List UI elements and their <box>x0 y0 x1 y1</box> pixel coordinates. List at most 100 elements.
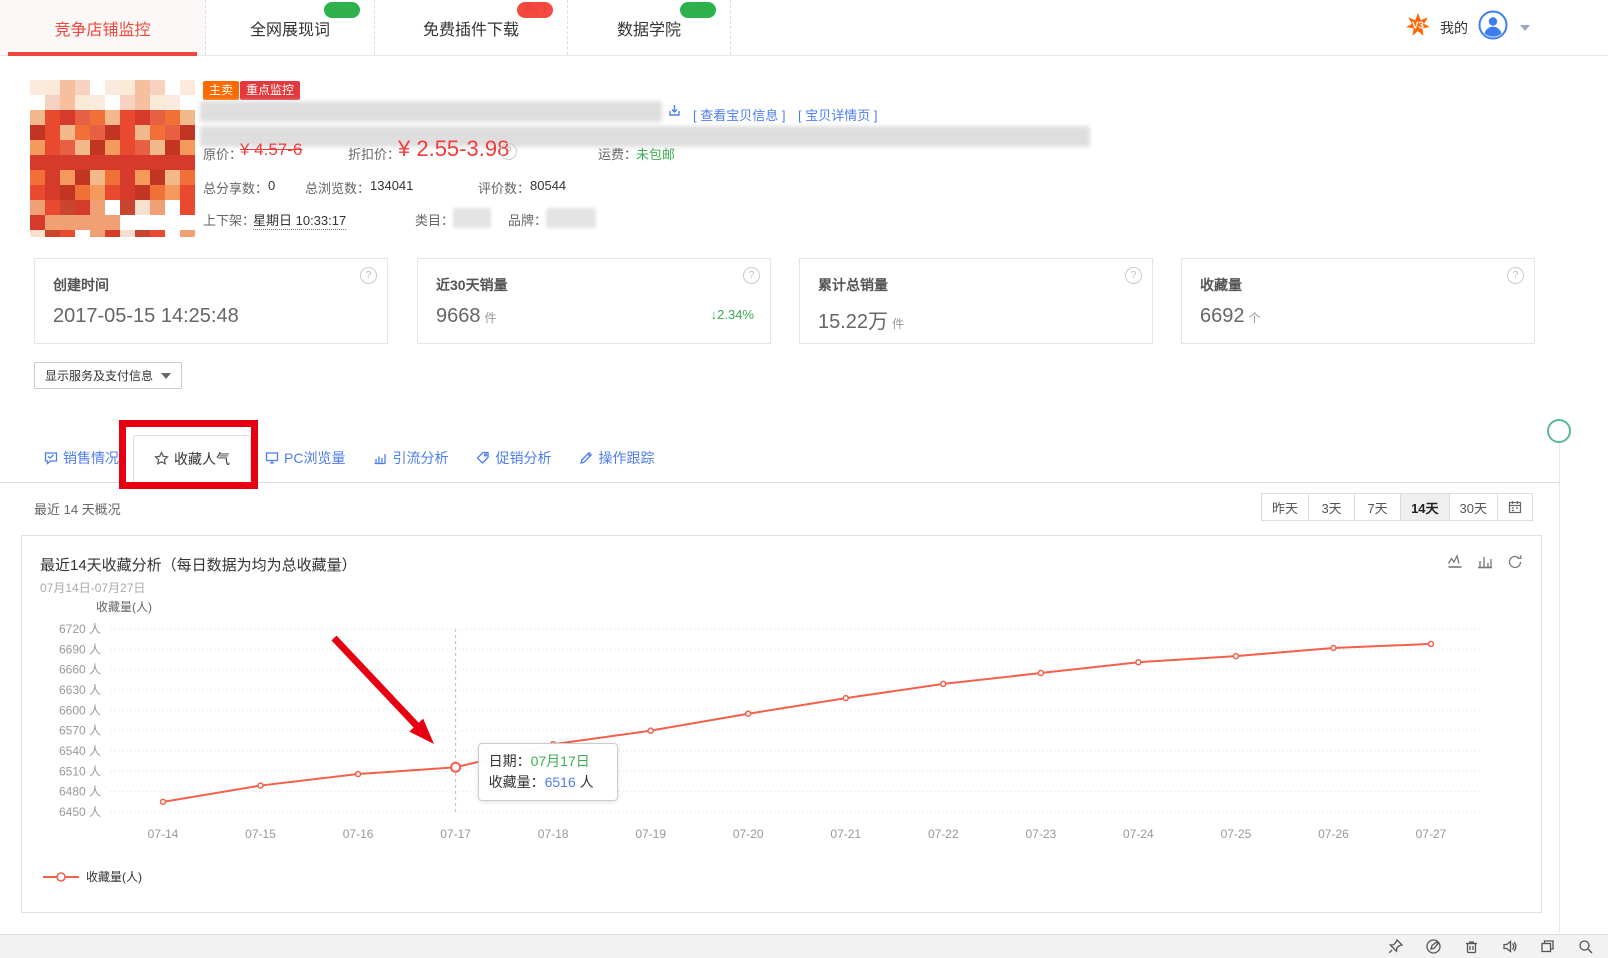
svg-text:6480 人: 6480 人 <box>59 785 101 799</box>
view-item-info-link[interactable]: [ 查看宝贝信息 ] <box>693 105 785 124</box>
tab-pc-views[interactable]: PC浏览量 <box>251 434 359 482</box>
product-image-redacted[interactable] <box>30 80 195 237</box>
vip-level-icon[interactable]: V3 <box>1406 13 1430 42</box>
help-icon[interactable]: ? <box>743 267 760 284</box>
svg-text:6690 人: 6690 人 <box>59 642 101 656</box>
card-value: 6692 <box>1200 305 1245 327</box>
account-dropdown-caret[interactable] <box>1520 24 1530 31</box>
period-button-yesterday[interactable]: 昨天 <box>1261 493 1310 521</box>
card-total-sales: 累计总销量 15.22万件 ? <box>799 258 1153 344</box>
calendar-button[interactable] <box>1497 493 1533 521</box>
svg-text:07-21: 07-21 <box>830 827 861 841</box>
view-count-label: 总浏览数： <box>305 181 371 196</box>
period-button-7d[interactable]: 7天 <box>1354 493 1402 521</box>
period-button-14d[interactable]: 14天 <box>1400 493 1450 521</box>
chart-canvas: 6450 人 6480 人 6510 人 6540 人 6570 人 6600 人 6630… <box>59 622 1483 841</box>
shipping-label: 运费： <box>598 147 638 162</box>
star-icon <box>154 451 169 465</box>
favorites-chart-panel: 最近14天收藏分析（每日数据为均为总收藏量） 07月14日-07月27日 收藏量… <box>21 535 1542 913</box>
brand-value-redacted <box>546 208 596 228</box>
view-count-value: 134041 <box>370 178 414 193</box>
svg-text:6720 人: 6720 人 <box>59 622 101 636</box>
svg-text:6570 人: 6570 人 <box>59 724 101 738</box>
competitor-monitor-page: 竞争店铺监控 全网展现词 免费 免费插件下载 热门 数据学院 New V3 我的 <box>0 0 1608 958</box>
svg-text:6630 人: 6630 人 <box>59 683 101 697</box>
bar-chart-type-icon[interactable] <box>1477 554 1493 570</box>
category-label: 类目： <box>415 213 455 228</box>
user-avatar[interactable] <box>1478 10 1508 45</box>
floating-widget-button[interactable] <box>1547 419 1571 443</box>
my-account-label[interactable]: 我的 <box>1440 18 1468 38</box>
search-icon[interactable] <box>1577 938 1594 955</box>
category-value-redacted <box>453 208 491 228</box>
svg-text:07-16: 07-16 <box>343 827 374 841</box>
card-title: 近30天销量 <box>436 277 508 293</box>
svg-text:V3: V3 <box>1412 20 1425 31</box>
chart-legend[interactable]: 收藏量(人) <box>42 868 142 885</box>
tab-favorites-popularity[interactable]: 收藏人气 <box>133 435 251 482</box>
hot-badge: 热门 <box>517 2 553 18</box>
tag-icon <box>477 451 490 464</box>
legend-marker <box>43 871 79 882</box>
monitor-icon <box>265 452 279 464</box>
help-icon[interactable]: ? <box>1125 267 1142 284</box>
help-icon[interactable]: ? <box>1507 267 1524 284</box>
pin-icon[interactable] <box>1387 938 1404 955</box>
item-detail-page-link[interactable]: [ 宝贝详情页 ] <box>798 105 877 124</box>
tab-traffic-analysis[interactable]: 引流分析 <box>359 434 462 482</box>
product-title-redacted <box>200 101 662 122</box>
edit-icon <box>580 451 593 464</box>
orig-price-label: 原价： <box>203 147 243 162</box>
top-navbar: 竞争店铺监控 全网展现词 免费 免费插件下载 热门 数据学院 New V3 我的 <box>0 0 1608 56</box>
window-restore-icon[interactable] <box>1539 938 1556 955</box>
annotate-icon[interactable] <box>1425 938 1442 955</box>
card-value: 15.22万 <box>818 311 889 333</box>
side-panel-divider <box>1559 420 1560 933</box>
line-chart[interactable]: 6450 人 6480 人 6510 人 6540 人 6570 人 6600 人 6630… <box>31 616 1521 896</box>
tab-action-tracking[interactable]: 操作跟踪 <box>565 434 668 482</box>
nav-tab-label: 免费插件下载 <box>422 21 519 39</box>
chart-tooltip: 日期：07月17日 收藏量：6516 人 <box>477 743 618 802</box>
item-link-icon[interactable] <box>668 104 681 122</box>
period-button-30d[interactable]: 30天 <box>1448 493 1498 521</box>
share-count-value: 0 <box>268 178 276 193</box>
tab-promotion-analysis[interactable]: 促销分析 <box>462 434 565 482</box>
line-chart-type-icon[interactable] <box>1447 554 1463 570</box>
speaker-icon[interactable] <box>1501 938 1518 955</box>
active-tab-underline <box>8 52 197 56</box>
trash-icon[interactable] <box>1463 938 1480 955</box>
refresh-icon[interactable] <box>1507 554 1523 570</box>
card-favorites: 收藏量 6692 个 ? <box>1181 258 1535 344</box>
analysis-tab-bar: 销售情况 收藏人气 PC浏览量 引流分析 促销分析 操作跟踪 <box>0 434 1560 483</box>
show-service-payment-button[interactable]: 显示服务及支付信息 <box>34 362 183 389</box>
chevron-down-icon <box>161 372 172 379</box>
help-icon[interactable]: ? <box>360 267 377 284</box>
svg-text:07-19: 07-19 <box>635 827 666 841</box>
svg-text:07-17: 07-17 <box>440 827 471 841</box>
share-count-label: 总分享数： <box>203 181 269 196</box>
chart-toolbox <box>1447 554 1523 570</box>
annotation-arrow <box>331 635 434 744</box>
nav-tab-label: 全网展现词 <box>249 21 330 39</box>
new-badge: New <box>679 2 716 18</box>
svg-text:6660 人: 6660 人 <box>59 663 101 677</box>
card-title: 创建时间 <box>53 277 109 293</box>
discount-price-value: ¥ 2.55-3.98 <box>398 136 510 161</box>
nav-tab-plugin-download[interactable]: 免费插件下载 热门 <box>375 0 568 55</box>
card-30day-sales: 近30天销量 9668 件 ↓2.34% ? <box>417 258 771 344</box>
shelf-time-value[interactable]: 星期日 10:33:17 <box>253 210 347 230</box>
svg-text:07-26: 07-26 <box>1318 827 1349 841</box>
screenshot-toolbar <box>0 934 1608 958</box>
nav-tab-academy[interactable]: 数据学院 New <box>568 0 731 55</box>
legend-label: 收藏量(人) <box>86 870 142 884</box>
tab-sales[interactable]: 销售情况 <box>30 434 133 482</box>
period-button-3d[interactable]: 3天 <box>1308 493 1356 521</box>
svg-text:07-23: 07-23 <box>1025 827 1056 841</box>
nav-tab-keywords[interactable]: 全网展现词 免费 <box>206 0 375 55</box>
svg-text:6450 人: 6450 人 <box>59 805 101 819</box>
sales-delta-badge: ↓2.34% <box>710 307 754 322</box>
svg-text:07-24: 07-24 <box>1123 827 1154 841</box>
card-unit: 件 <box>892 317 905 331</box>
price-help-icon[interactable]: ? <box>500 143 517 160</box>
nav-tab-shop-monitor[interactable]: 竞争店铺监控 <box>0 0 206 56</box>
